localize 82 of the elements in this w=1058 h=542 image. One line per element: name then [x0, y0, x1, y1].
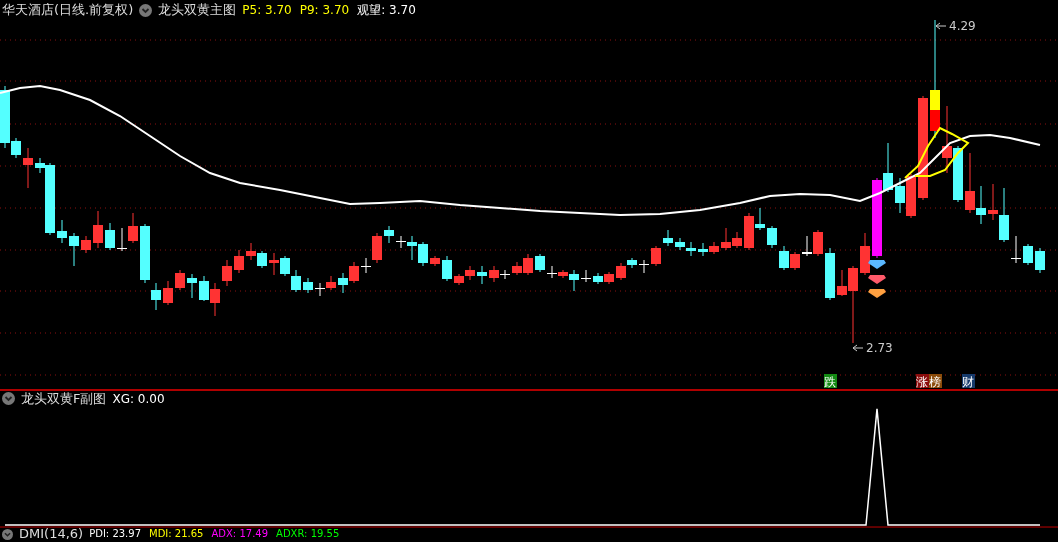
candlestick	[303, 277, 313, 294]
signal-tag: 跌	[824, 374, 837, 389]
candlestick	[442, 255, 452, 282]
candlestick	[802, 235, 812, 257]
candlestick	[349, 261, 359, 284]
candlestick	[257, 250, 267, 269]
candlestick	[163, 280, 173, 306]
candlestick	[23, 147, 33, 189]
indicator-value: ADXR: 19.55	[276, 528, 340, 540]
candlestick	[246, 242, 256, 261]
candlestick	[57, 219, 67, 244]
candlestick	[709, 241, 719, 255]
candlestick	[384, 225, 394, 244]
candlestick	[418, 241, 428, 267]
candlestick	[813, 229, 823, 257]
diamond-icon	[868, 275, 886, 284]
candlestick	[825, 247, 835, 301]
candlestick	[454, 273, 464, 286]
candlestick	[663, 229, 673, 247]
candlestick	[686, 241, 696, 257]
candlestick	[117, 227, 127, 252]
candlestick	[906, 173, 916, 219]
indicator-name: 龙头双黄F副图	[21, 389, 107, 408]
candlestick	[721, 227, 731, 251]
indicator-value: P9: 3.70	[299, 2, 350, 19]
indicator-value: MDI: 21.65	[149, 528, 204, 540]
signal-tag: 财	[962, 374, 975, 389]
candlestick	[779, 245, 789, 271]
candlestick	[604, 271, 614, 285]
candlestick	[581, 269, 591, 283]
candlestick	[69, 232, 79, 267]
signal-tag: 榜	[929, 374, 942, 389]
candlestick	[860, 232, 870, 276]
signal-tag: 涨	[916, 374, 929, 389]
candlestick	[326, 275, 336, 291]
candlestick	[651, 245, 661, 267]
stock-title: 华天酒店(日线.前复权)	[2, 1, 134, 20]
candlestick	[222, 259, 232, 287]
candlestick	[767, 225, 777, 249]
candlestick	[698, 242, 708, 257]
diamond-icon	[868, 289, 886, 298]
candlestick	[942, 105, 952, 174]
indicator-value: XG: 0.00	[112, 390, 165, 408]
indicator-value: 观望: 3.70	[357, 2, 416, 19]
candlestick	[593, 272, 603, 285]
candlestick	[128, 212, 138, 244]
candlestick	[269, 252, 279, 276]
candlestick	[535, 253, 545, 273]
collapse-icon[interactable]	[139, 3, 153, 17]
candlestick	[280, 255, 290, 277]
candlestick	[175, 269, 185, 291]
candlestick	[81, 235, 91, 254]
candlestick	[187, 273, 197, 299]
candlestick	[477, 265, 487, 285]
candlestick	[1035, 247, 1045, 274]
candlestick	[291, 269, 301, 293]
candlestick	[895, 177, 905, 214]
indicator-value: P5: 3.70	[242, 2, 292, 19]
indicator-name: DMI(14,6)	[19, 528, 84, 540]
candlestick	[199, 275, 209, 302]
candlestick	[1011, 235, 1021, 264]
collapse-icon[interactable]	[2, 528, 13, 540]
candlestick	[675, 237, 685, 251]
candlestick	[430, 255, 440, 267]
candlestick	[732, 231, 742, 249]
candlestick	[1023, 243, 1033, 266]
candlestick	[547, 265, 557, 279]
candlestick	[210, 282, 220, 317]
indicator-value: PDI: 23.97	[89, 528, 141, 540]
collapse-icon[interactable]	[2, 392, 15, 405]
candlestick	[338, 272, 348, 294]
candlestick	[639, 259, 649, 274]
indicator-name: 龙头双黄主图	[158, 1, 237, 20]
candlestick	[234, 249, 244, 274]
candlestick	[93, 210, 103, 249]
candlestick	[315, 282, 325, 297]
candlestick	[953, 145, 963, 203]
indicator-value: ADX: 17.49	[211, 528, 269, 540]
candlestick	[790, 251, 800, 271]
candlestick	[465, 265, 475, 281]
diamond-icon	[868, 260, 886, 269]
candlestick	[105, 222, 115, 251]
